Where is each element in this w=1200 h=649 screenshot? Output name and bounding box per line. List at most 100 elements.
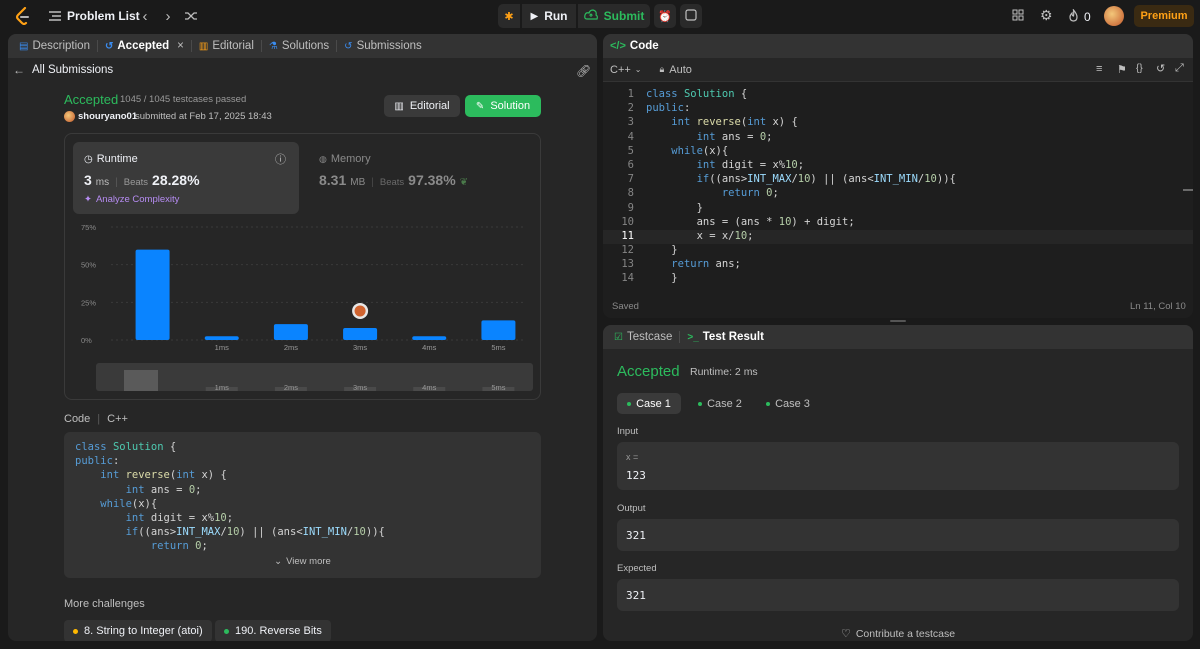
shuffle-icon[interactable]	[184, 9, 198, 23]
premium-button[interactable]: Premium	[1134, 5, 1194, 27]
resize-handle[interactable]	[890, 320, 906, 322]
format-icon[interactable]: ≡	[1096, 63, 1102, 75]
editorial-button-label: Editorial	[409, 100, 450, 112]
line-code: }	[646, 201, 703, 214]
memory-box[interactable]: ◍ Memory 8.31 MB | Beats 97.38% ❦	[309, 142, 535, 214]
tab-accepted[interactable]: ↺ Accepted ×	[98, 34, 191, 58]
braces-icon[interactable]: {}	[1136, 63, 1143, 74]
beats-label: Beats	[123, 177, 149, 188]
line-code: while(x){	[671, 144, 729, 157]
close-icon[interactable]: ×	[177, 40, 184, 52]
challenge-chip[interactable]: 190. Reverse Bits	[215, 620, 331, 641]
next-problem-icon[interactable]: ›	[161, 8, 175, 25]
solution-button-label: Solution	[490, 100, 531, 112]
tab-description[interactable]: ▤ Description	[12, 34, 97, 58]
challenge-label: 8. String to Integer (atoi)	[84, 625, 203, 637]
code-line: public:	[75, 455, 120, 468]
tab-submissions[interactable]: ↺ Submissions	[337, 34, 429, 58]
editor-line: 8 return 0;	[603, 186, 1193, 200]
code-line: int ans = 0;	[125, 483, 202, 496]
test-status: Accepted	[617, 363, 680, 380]
cursor-position: Ln 11, Col 10	[1130, 301, 1186, 312]
language-select[interactable]: C++ ⌄	[610, 64, 642, 76]
view-more-label: View more	[286, 556, 331, 567]
editor-line: 2 public:	[603, 101, 1193, 115]
notes-button[interactable]	[680, 4, 702, 28]
y-tick-label: 0%	[81, 336, 92, 345]
tab-test-result[interactable]: >_ Test Result	[680, 325, 771, 349]
tab-editorial[interactable]: ▥ Editorial	[192, 34, 261, 58]
pass-dot	[766, 401, 771, 406]
debug-button[interactable]: ✱	[498, 4, 520, 28]
runtime-beats: 28.28%	[152, 172, 200, 188]
line-number: 14	[621, 272, 634, 285]
auto-mode[interactable]: 🔒︎ Auto	[660, 64, 692, 76]
input-box[interactable]: x = 123	[617, 442, 1179, 490]
run-button[interactable]: ▶ Run	[522, 4, 576, 28]
view-more-button[interactable]: ⌄ View more	[64, 556, 541, 567]
list-icon[interactable]	[48, 9, 62, 23]
doc-icon: ▤	[19, 40, 29, 52]
challenge-chip[interactable]: 8. String to Integer (atoi)	[64, 620, 212, 641]
all-submissions-link[interactable]: ← All Submissions	[13, 63, 113, 77]
leetcode-logo-icon[interactable]	[14, 7, 32, 25]
flask-icon: ⚗	[268, 40, 278, 52]
editor-line: 12 }	[603, 243, 1193, 257]
output-box[interactable]: 321	[617, 519, 1179, 551]
runtime-value: 3	[84, 172, 92, 188]
bookmark-icon[interactable]: ⚑	[1117, 63, 1127, 76]
expand-icon[interactable]: ⤢	[1175, 62, 1184, 75]
link-icon[interactable]: 🔗︎	[576, 64, 591, 78]
divider: |	[371, 177, 374, 188]
line-code: class Solution {	[646, 88, 748, 100]
code-editor-body[interactable]: 1 class Solution {2 public: 3 int reverse(i…	[603, 87, 1193, 286]
x-tick-label: 2ms	[284, 343, 298, 352]
tab-label: Description	[32, 40, 90, 52]
divider: |	[115, 177, 118, 188]
avatar[interactable]	[1104, 6, 1124, 26]
prev-problem-icon[interactable]: ‹	[138, 8, 152, 25]
line-number: 10	[621, 215, 634, 228]
gear-icon[interactable]: ⚙	[1040, 7, 1053, 24]
left-panel: ▤ Description ↺ Accepted × ▥ Editorial ⚗…	[8, 34, 597, 641]
editor-line: 1 class Solution {	[603, 87, 1193, 101]
bug-icon: ✱	[504, 10, 514, 23]
editor-scrollbar[interactable]	[1183, 189, 1193, 191]
info-icon[interactable]: ⓘ	[275, 151, 286, 167]
overview-bar	[413, 387, 446, 391]
analyze-complexity-link[interactable]: ✦ Analyze Complexity	[84, 194, 179, 205]
code-line: int reverse(int x) {	[100, 469, 227, 482]
tab-testcase[interactable]: ☑ Testcase	[607, 325, 679, 349]
overview-label: 4ms	[422, 383, 436, 392]
memory-unit: MB	[350, 177, 366, 188]
runtime-box[interactable]: ◷ Runtime ⓘ 3 ms | Beats 28.28% ✦ Analyz…	[73, 142, 299, 214]
bar	[481, 320, 516, 340]
case-tab-1[interactable]: Case 1	[617, 393, 681, 414]
submit-button[interactable]: Submit	[578, 4, 650, 28]
contribute-testcase-link[interactable]: ♡ Contribute a testcase	[603, 627, 1193, 641]
line-number: 8	[627, 187, 634, 200]
case-label: Case 2	[707, 397, 742, 410]
expected-box[interactable]: 321	[617, 579, 1179, 611]
left-tabs-bar: ▤ Description ↺ Accepted × ▥ Editorial ⚗…	[8, 34, 597, 58]
timer-button[interactable]: ⏰	[654, 4, 676, 28]
code-preview[interactable]: class Solution {public: int reverse(int …	[64, 432, 541, 578]
username[interactable]: shouryano01	[78, 111, 137, 122]
bar	[135, 249, 170, 340]
heart-icon: ♡	[840, 628, 851, 640]
solution-button[interactable]: ✎ Solution	[465, 95, 541, 117]
editorial-button[interactable]: ▥ Editorial	[384, 95, 460, 117]
divider: |	[97, 413, 101, 425]
runtime-header: ◷ Runtime	[84, 153, 138, 165]
tab-solutions[interactable]: ⚗ Solutions	[262, 34, 336, 58]
difficulty-dot	[73, 628, 78, 634]
overview-strip	[96, 363, 533, 391]
contribute-label: Contribute a testcase	[855, 627, 956, 640]
layout-grid-icon[interactable]	[1012, 9, 1024, 21]
reset-icon[interactable]: ↺	[1156, 62, 1165, 75]
editor-line: 9 }	[603, 201, 1193, 215]
case-tab-3[interactable]: Case 3	[756, 393, 820, 414]
case-tab-2[interactable]: Case 2	[688, 393, 752, 414]
problem-list-link[interactable]: Problem List	[67, 9, 140, 23]
fire-icon[interactable]	[1068, 9, 1079, 22]
